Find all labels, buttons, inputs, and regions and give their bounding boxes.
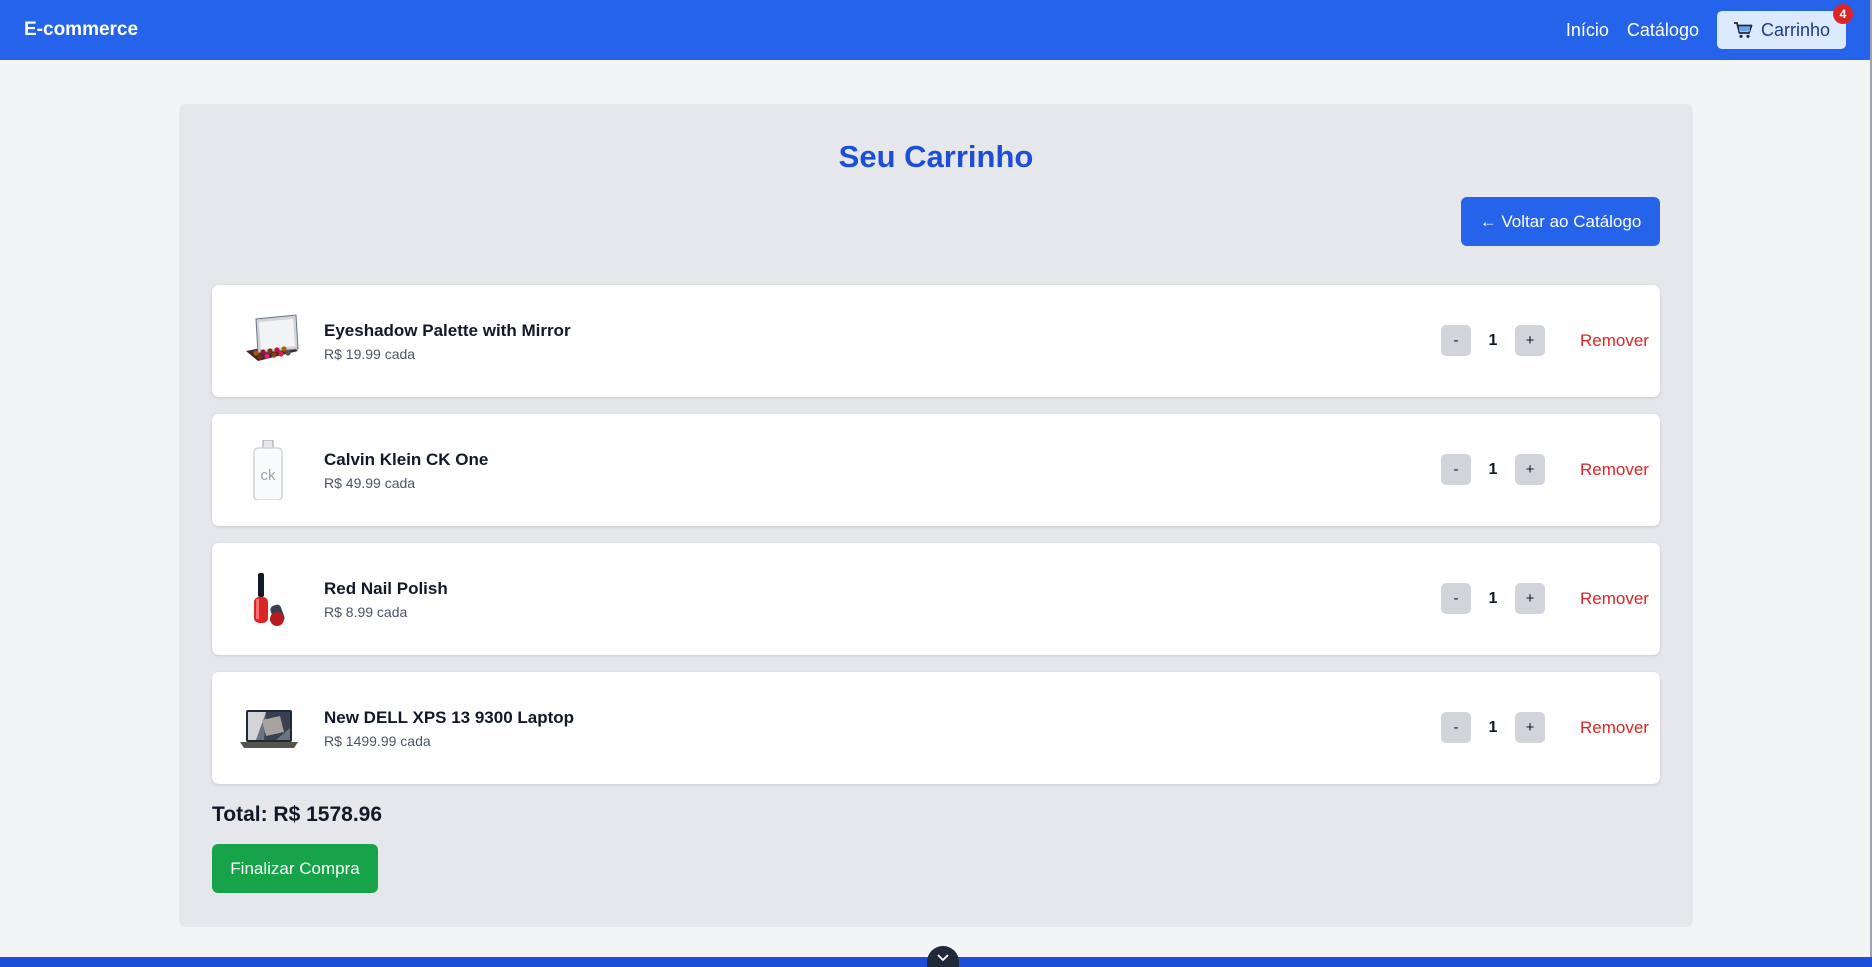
cart-item: ck Calvin Klein CK One R$ 49.99 cada - 1… [212, 414, 1660, 526]
decrease-quantity-button[interactable]: - [1441, 583, 1471, 614]
item-name: New DELL XPS 13 9300 Laptop [324, 708, 575, 727]
cart-count-badge: 4 [1833, 4, 1853, 24]
item-unit-price: R$ 8.99 cada [324, 604, 408, 620]
increase-quantity-button[interactable]: + [1515, 454, 1545, 485]
brand-logo[interactable]: E-commerce [24, 19, 138, 41]
item-quantity: 1 [1488, 718, 1498, 736]
increase-quantity-button[interactable]: + [1515, 583, 1545, 614]
back-to-catalog-button[interactable]: ← Voltar ao Catálogo [1461, 197, 1660, 246]
increase-quantity-button[interactable]: + [1515, 712, 1545, 743]
item-unit-price: R$ 19.99 cada [324, 346, 416, 362]
item-name: Eyeshadow Palette with Mirror [324, 321, 571, 340]
cart-item: Red Nail Polish R$ 8.99 cada - 1 + Remov… [212, 543, 1660, 655]
expand-toggle[interactable] [927, 946, 959, 967]
item-quantity: 1 [1488, 460, 1498, 478]
item-unit-price: R$ 1499.99 cada [324, 733, 431, 749]
item-quantity: 1 [1488, 331, 1498, 349]
chevron-down-icon [937, 954, 949, 962]
cart-button[interactable]: Carrinho 4 [1716, 4, 1853, 49]
laptop-image [236, 698, 300, 758]
decrease-quantity-button[interactable]: - [1441, 325, 1471, 356]
remove-item-button[interactable]: Remover [1580, 325, 1649, 356]
eyeshadow-palette-image [236, 311, 300, 371]
nav-menu: Início Catálogo Carrinho 4 [1566, 4, 1853, 49]
svg-text:ck: ck [261, 467, 277, 484]
item-name: Red Nail Polish [324, 579, 448, 598]
checkout-button[interactable]: Finalizar Compra [212, 844, 378, 893]
nail-polish-image [236, 569, 300, 629]
remove-item-button[interactable]: Remover [1580, 583, 1649, 614]
cart-item: Eyeshadow Palette with Mirror R$ 19.99 c… [212, 285, 1660, 397]
nav-link-catalogo[interactable]: Catálogo [1627, 20, 1699, 41]
nav-link-inicio[interactable]: Início [1566, 20, 1609, 41]
cart-button-label: Carrinho [1760, 19, 1830, 40]
cart-total: Total: R$ 1578.96 [212, 803, 383, 826]
perfume-bottle-image: ck [236, 440, 300, 500]
top-navbar: E-commerce Início Catálogo Carrinho 4 [0, 0, 1872, 60]
decrease-quantity-button[interactable]: - [1441, 454, 1471, 485]
item-unit-price: R$ 49.99 cada [324, 475, 416, 491]
increase-quantity-button[interactable]: + [1515, 325, 1545, 356]
decrease-quantity-button[interactable]: - [1441, 712, 1471, 743]
page-title: Seu Carrinho [838, 139, 1034, 174]
cart-icon [1733, 22, 1753, 38]
cart-item: New DELL XPS 13 9300 Laptop R$ 1499.99 c… [212, 672, 1660, 784]
remove-item-button[interactable]: Remover [1580, 454, 1649, 485]
item-quantity: 1 [1488, 589, 1498, 607]
remove-item-button[interactable]: Remover [1580, 712, 1649, 743]
cart-panel: Seu Carrinho ← Voltar ao Catálogo Eyesha… [179, 104, 1693, 927]
item-name: Calvin Klein CK One [324, 450, 489, 469]
